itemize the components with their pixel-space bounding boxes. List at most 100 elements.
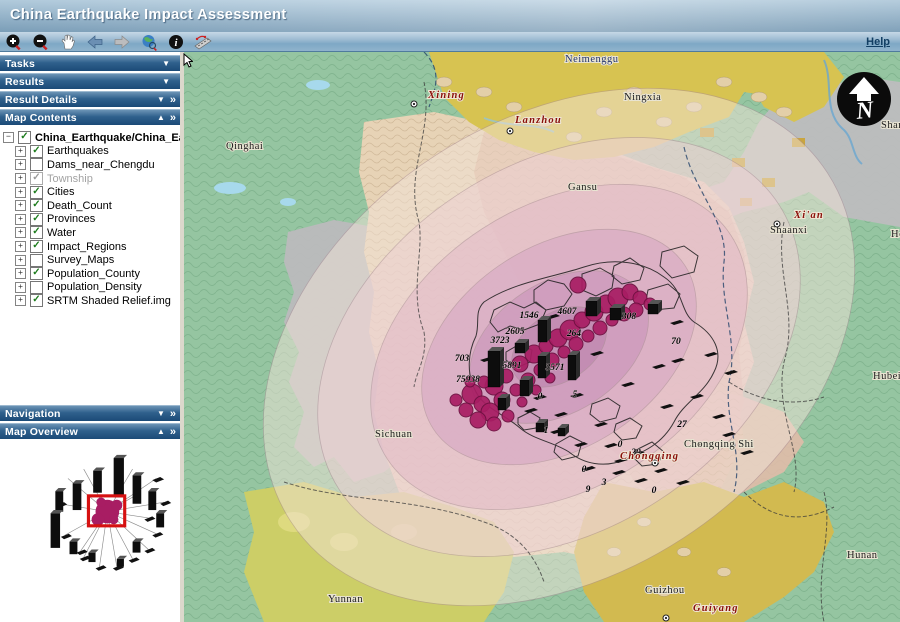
layer-label: Water (47, 227, 76, 239)
toolbar: i Help (0, 32, 900, 52)
pan-button[interactable] (54, 32, 81, 51)
panel-header-map-overview[interactable]: Map Overview ▲ » (0, 423, 180, 439)
province-label: Shanxi (881, 120, 900, 131)
expand-node-icon[interactable]: + (15, 241, 26, 252)
death-count-bar (538, 316, 551, 342)
forward-button[interactable] (108, 32, 135, 51)
panel-header-navigation[interactable]: Navigation ▼ » (0, 405, 180, 421)
popout-icon[interactable]: » (170, 113, 175, 123)
layer-checkbox[interactable]: ✓ (30, 267, 43, 280)
map-canvas[interactable]: 1546460730826052643723703705891357175938… (184, 52, 900, 622)
panel-header-map-contents[interactable]: Map Contents ▲ » (0, 109, 180, 125)
death-count-value: 27 (676, 420, 688, 430)
layer-label: Population_County (47, 268, 140, 280)
panel-header-results[interactable]: Results ▼ (0, 73, 180, 89)
city-label: Lanzhou (514, 115, 562, 126)
layer-checkbox[interactable]: ✓ (30, 213, 43, 226)
layer-checkbox[interactable]: ✓ (30, 199, 43, 212)
panel-header-tasks[interactable]: Tasks ▼ (0, 55, 180, 71)
expand-node-icon[interactable]: + (15, 187, 26, 198)
layer-checkbox[interactable]: ✓ (30, 294, 43, 307)
expand-node-icon[interactable]: + (15, 214, 26, 225)
province-label: Sichuan (375, 429, 413, 440)
layer-row: +✓Cities (3, 185, 178, 199)
popout-icon[interactable]: » (170, 427, 175, 437)
expand-node-icon[interactable]: + (15, 227, 26, 238)
layer-checkbox[interactable]: ✓ (18, 131, 31, 144)
province-label: Guizhou (645, 585, 685, 596)
collapse-arrow-icon[interactable]: ▼ (162, 60, 170, 68)
full-extent-button[interactable] (135, 32, 162, 51)
expand-node-icon[interactable]: + (15, 255, 26, 266)
zoom-in-button[interactable] (0, 32, 27, 51)
collapse-arrow-icon[interactable]: ▼ (162, 78, 170, 86)
help-link[interactable]: Help (866, 36, 890, 48)
death-count-value: 1546 (520, 311, 539, 321)
expand-node-icon[interactable]: + (15, 268, 26, 279)
death-count-value: 4607 (557, 307, 578, 317)
panel-header-result-details[interactable]: Result Details ▼ » (0, 91, 180, 107)
popout-icon[interactable]: » (170, 409, 175, 419)
death-count-value: 5 (573, 390, 578, 400)
earthquake-point (470, 412, 486, 428)
layer-checkbox[interactable]: ✓ (30, 281, 43, 294)
layer-checkbox[interactable]: ✓ (30, 240, 43, 253)
death-count-value: 5891 (503, 361, 522, 371)
earthquake-point (517, 397, 527, 407)
layer-checkbox[interactable]: ✓ (30, 186, 43, 199)
city-label: Xi'an (793, 210, 824, 221)
expand-node-icon[interactable]: + (15, 200, 26, 211)
layer-checkbox[interactable]: ✓ (30, 226, 43, 239)
layer-checkbox[interactable]: ✓ (30, 172, 43, 185)
death-count-value: 3571 (545, 363, 565, 373)
province-label: Qinghai (226, 141, 263, 152)
death-count-value: 703 (455, 354, 470, 364)
layer-label: SRTM Shaded Relief.img (47, 295, 171, 307)
collapse-arrow-icon[interactable]: ▲ (157, 114, 165, 122)
toolbar-buttons: i (0, 32, 216, 51)
earthquake-point (582, 330, 594, 342)
province-label: Hubei (873, 371, 900, 382)
city-label: Guiyang (693, 603, 739, 614)
map-overview-panel (0, 441, 180, 622)
popout-icon[interactable]: » (170, 95, 175, 105)
layer-row: + ✓ Population_County (3, 267, 178, 281)
zoom-out-button[interactable] (27, 32, 54, 51)
identify-button[interactable]: i (162, 32, 189, 51)
title-bar: China Earthquake Impact Assessment (0, 0, 900, 32)
expand-node-icon[interactable]: + (15, 173, 26, 184)
death-count-bar (520, 376, 533, 396)
province-label: Gansu (568, 182, 598, 193)
city-label: Xining (427, 90, 465, 101)
layer-label: Death_Count (47, 200, 112, 212)
expand-node-icon[interactable]: + (15, 159, 26, 170)
death-count-value: 0 (582, 465, 587, 475)
collapse-arrow-icon[interactable]: ▲ (157, 428, 165, 436)
layer-row: + ✓ Death_Count (3, 199, 178, 213)
layer-label: Earthquakes (47, 145, 109, 157)
expand-node-icon[interactable]: + (15, 282, 26, 293)
layer-checkbox[interactable]: ✓ (30, 158, 43, 171)
layer-label: Township (47, 173, 93, 185)
collapse-arrow-icon[interactable]: ▼ (157, 96, 165, 104)
death-count-bar (498, 394, 510, 410)
layer-row: +✓Population_Density (3, 281, 178, 295)
layer-row: +✓Impact_Regions (3, 240, 178, 254)
app-title: China Earthquake Impact Assessment (10, 7, 287, 23)
death-count-value: 1 (544, 426, 549, 436)
collapse-arrow-icon[interactable]: ▼ (157, 410, 165, 418)
layer-checkbox[interactable]: ✓ (30, 254, 43, 267)
back-button[interactable] (81, 32, 108, 51)
measure-button[interactable] (189, 32, 216, 51)
earthquake-point (569, 337, 583, 351)
expand-node-icon[interactable]: + (15, 295, 26, 306)
layer-label: China_Earthquake/China_Ea (35, 132, 180, 144)
collapse-node-icon[interactable]: − (3, 132, 14, 143)
death-count-bar (515, 339, 529, 353)
overview-map (38, 447, 172, 581)
death-count-value: 9 (586, 485, 591, 495)
death-count-value: 308 (621, 312, 637, 322)
layer-checkbox[interactable]: ✓ (30, 145, 43, 158)
death-count-value: 0 (618, 440, 623, 450)
expand-node-icon[interactable]: + (15, 146, 26, 157)
